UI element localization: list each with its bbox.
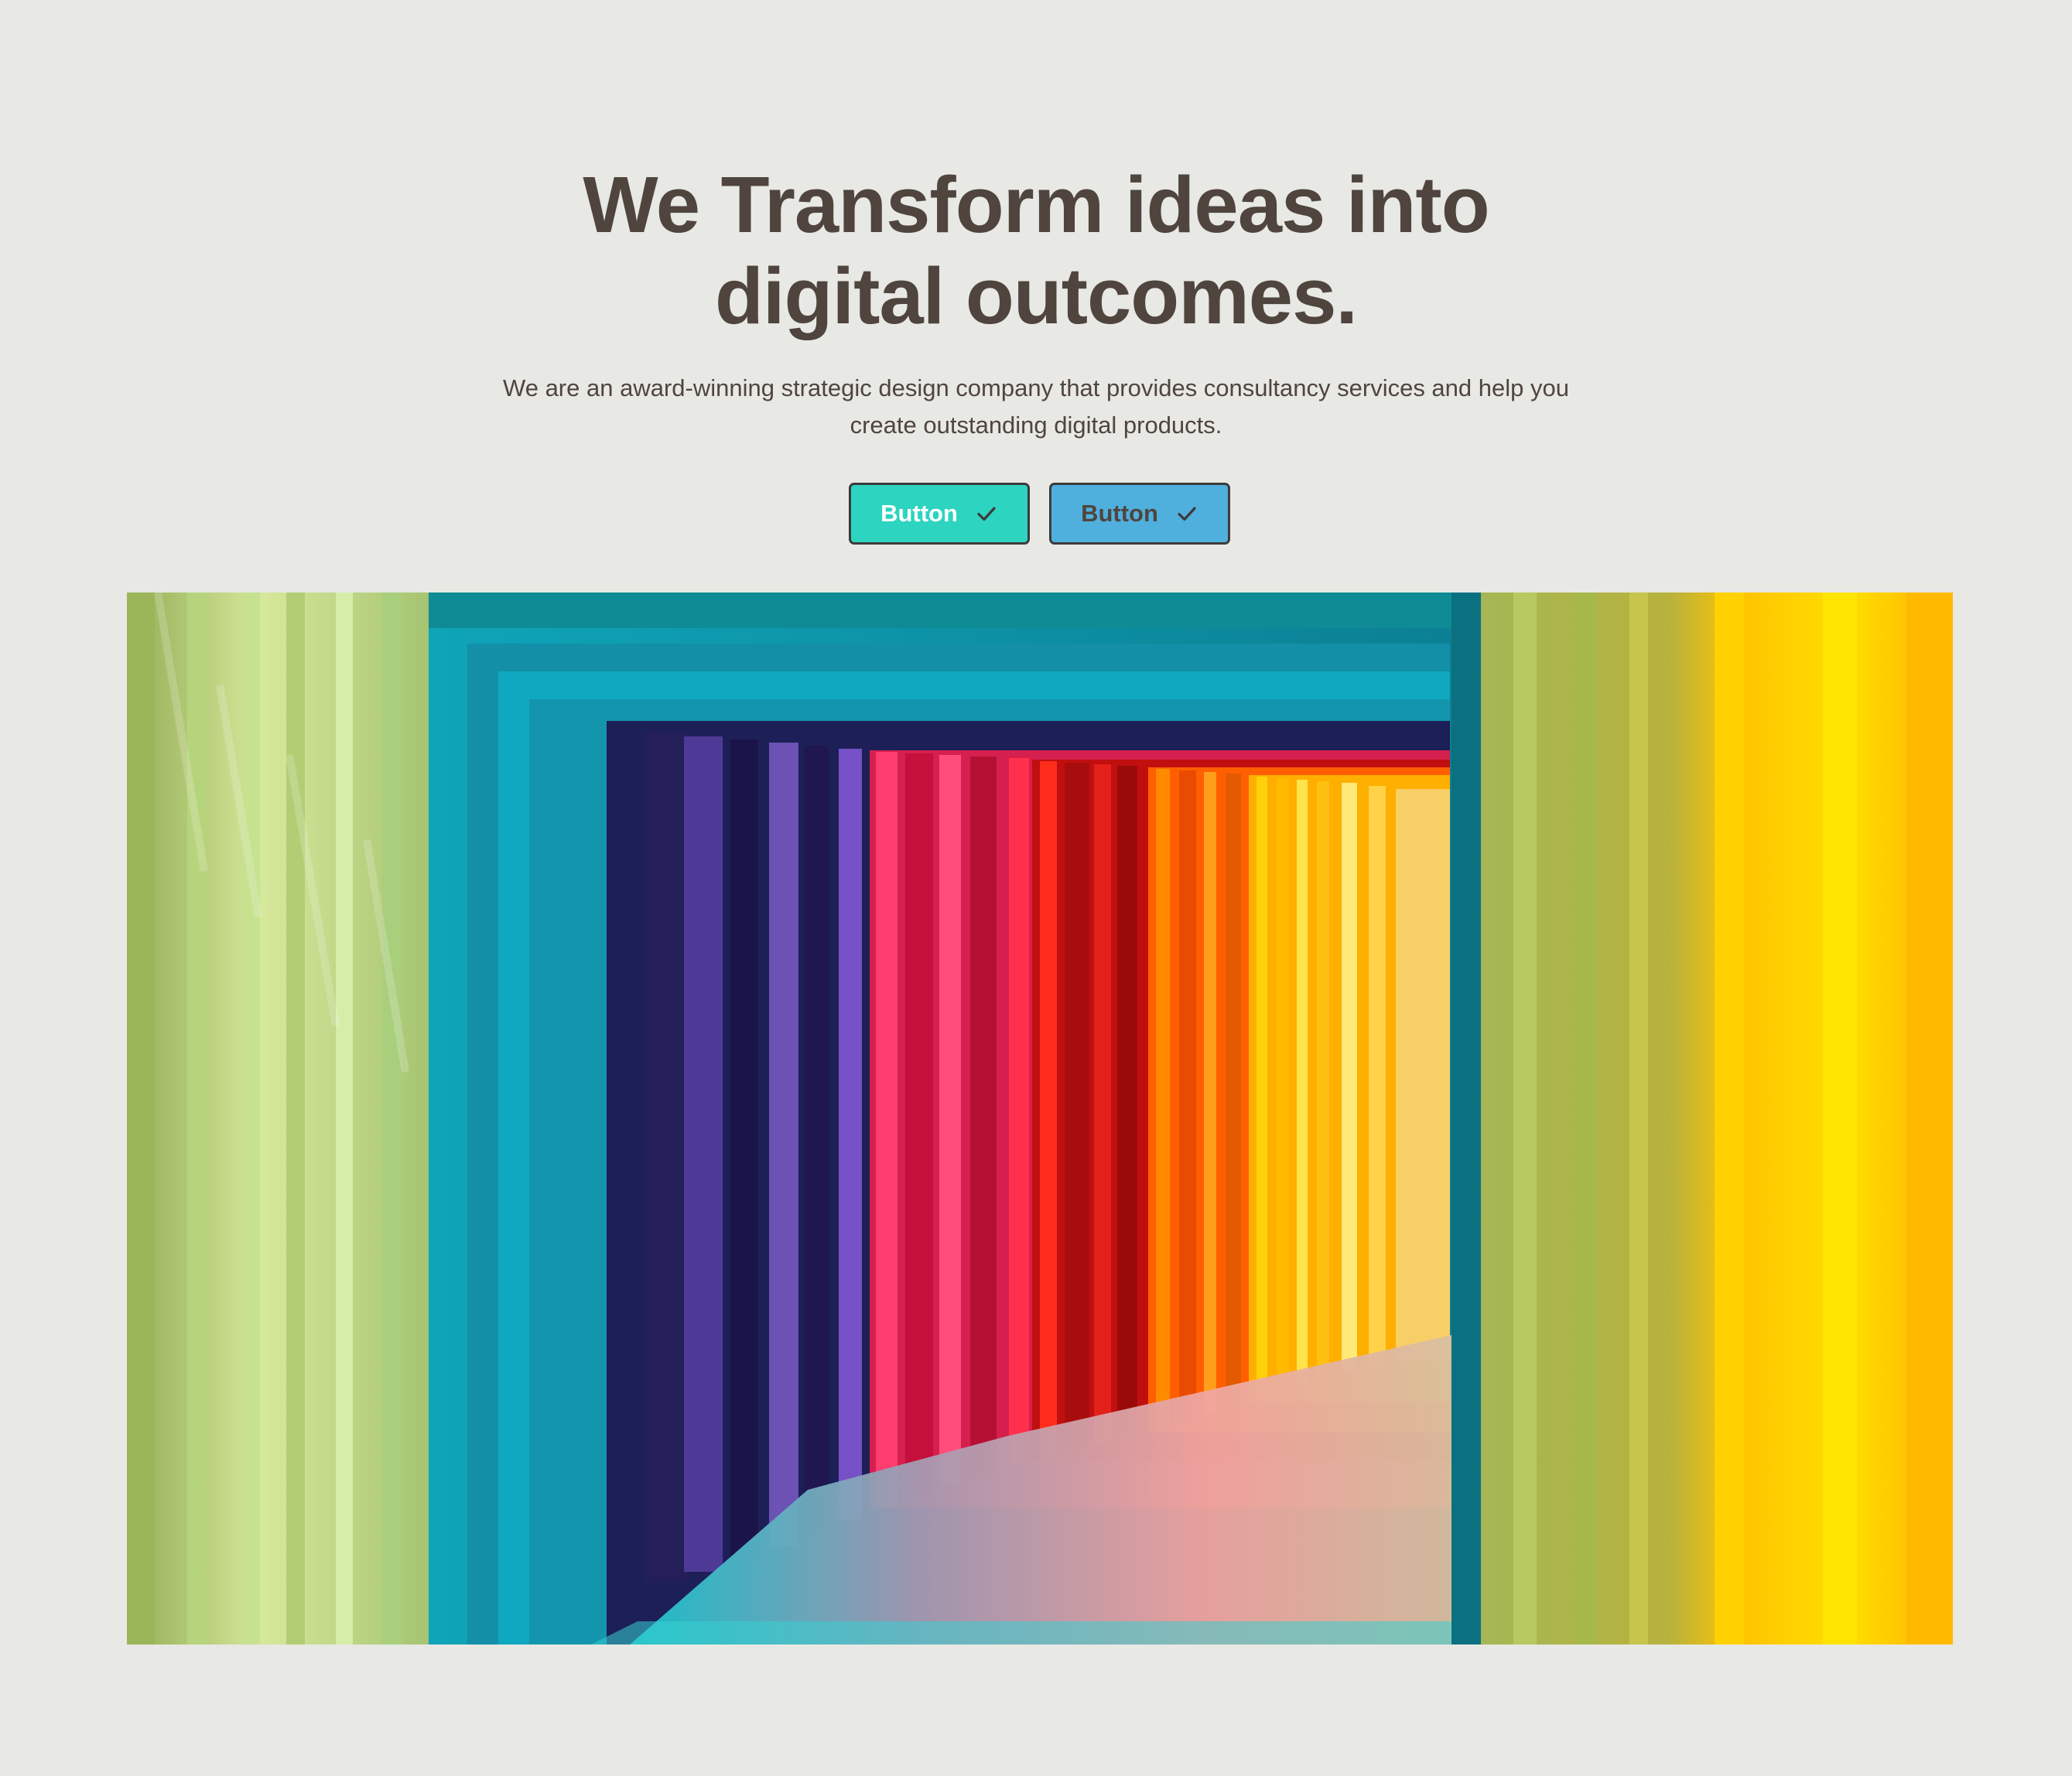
hero-button-group: Button Button bbox=[849, 483, 1230, 545]
secondary-button[interactable]: Button bbox=[1049, 483, 1230, 545]
hero-headline: We Transform ideas into digital outcomes… bbox=[0, 159, 2072, 342]
secondary-button-label: Button bbox=[1081, 500, 1158, 527]
hero-image bbox=[127, 593, 1953, 1645]
hero-description: We are an award-winning strategic design… bbox=[503, 374, 1569, 439]
primary-button[interactable]: Button bbox=[849, 483, 1030, 545]
hero-headline-line-2: digital outcomes. bbox=[715, 251, 1358, 340]
hero-headline-line-1: We Transform ideas into bbox=[583, 160, 1489, 249]
check-icon bbox=[977, 507, 996, 521]
hero-section: We Transform ideas into digital outcomes… bbox=[0, 0, 2072, 1776]
rainbow-tunnel-image bbox=[127, 593, 1953, 1645]
check-icon bbox=[1178, 507, 1196, 521]
primary-button-label: Button bbox=[880, 500, 958, 527]
